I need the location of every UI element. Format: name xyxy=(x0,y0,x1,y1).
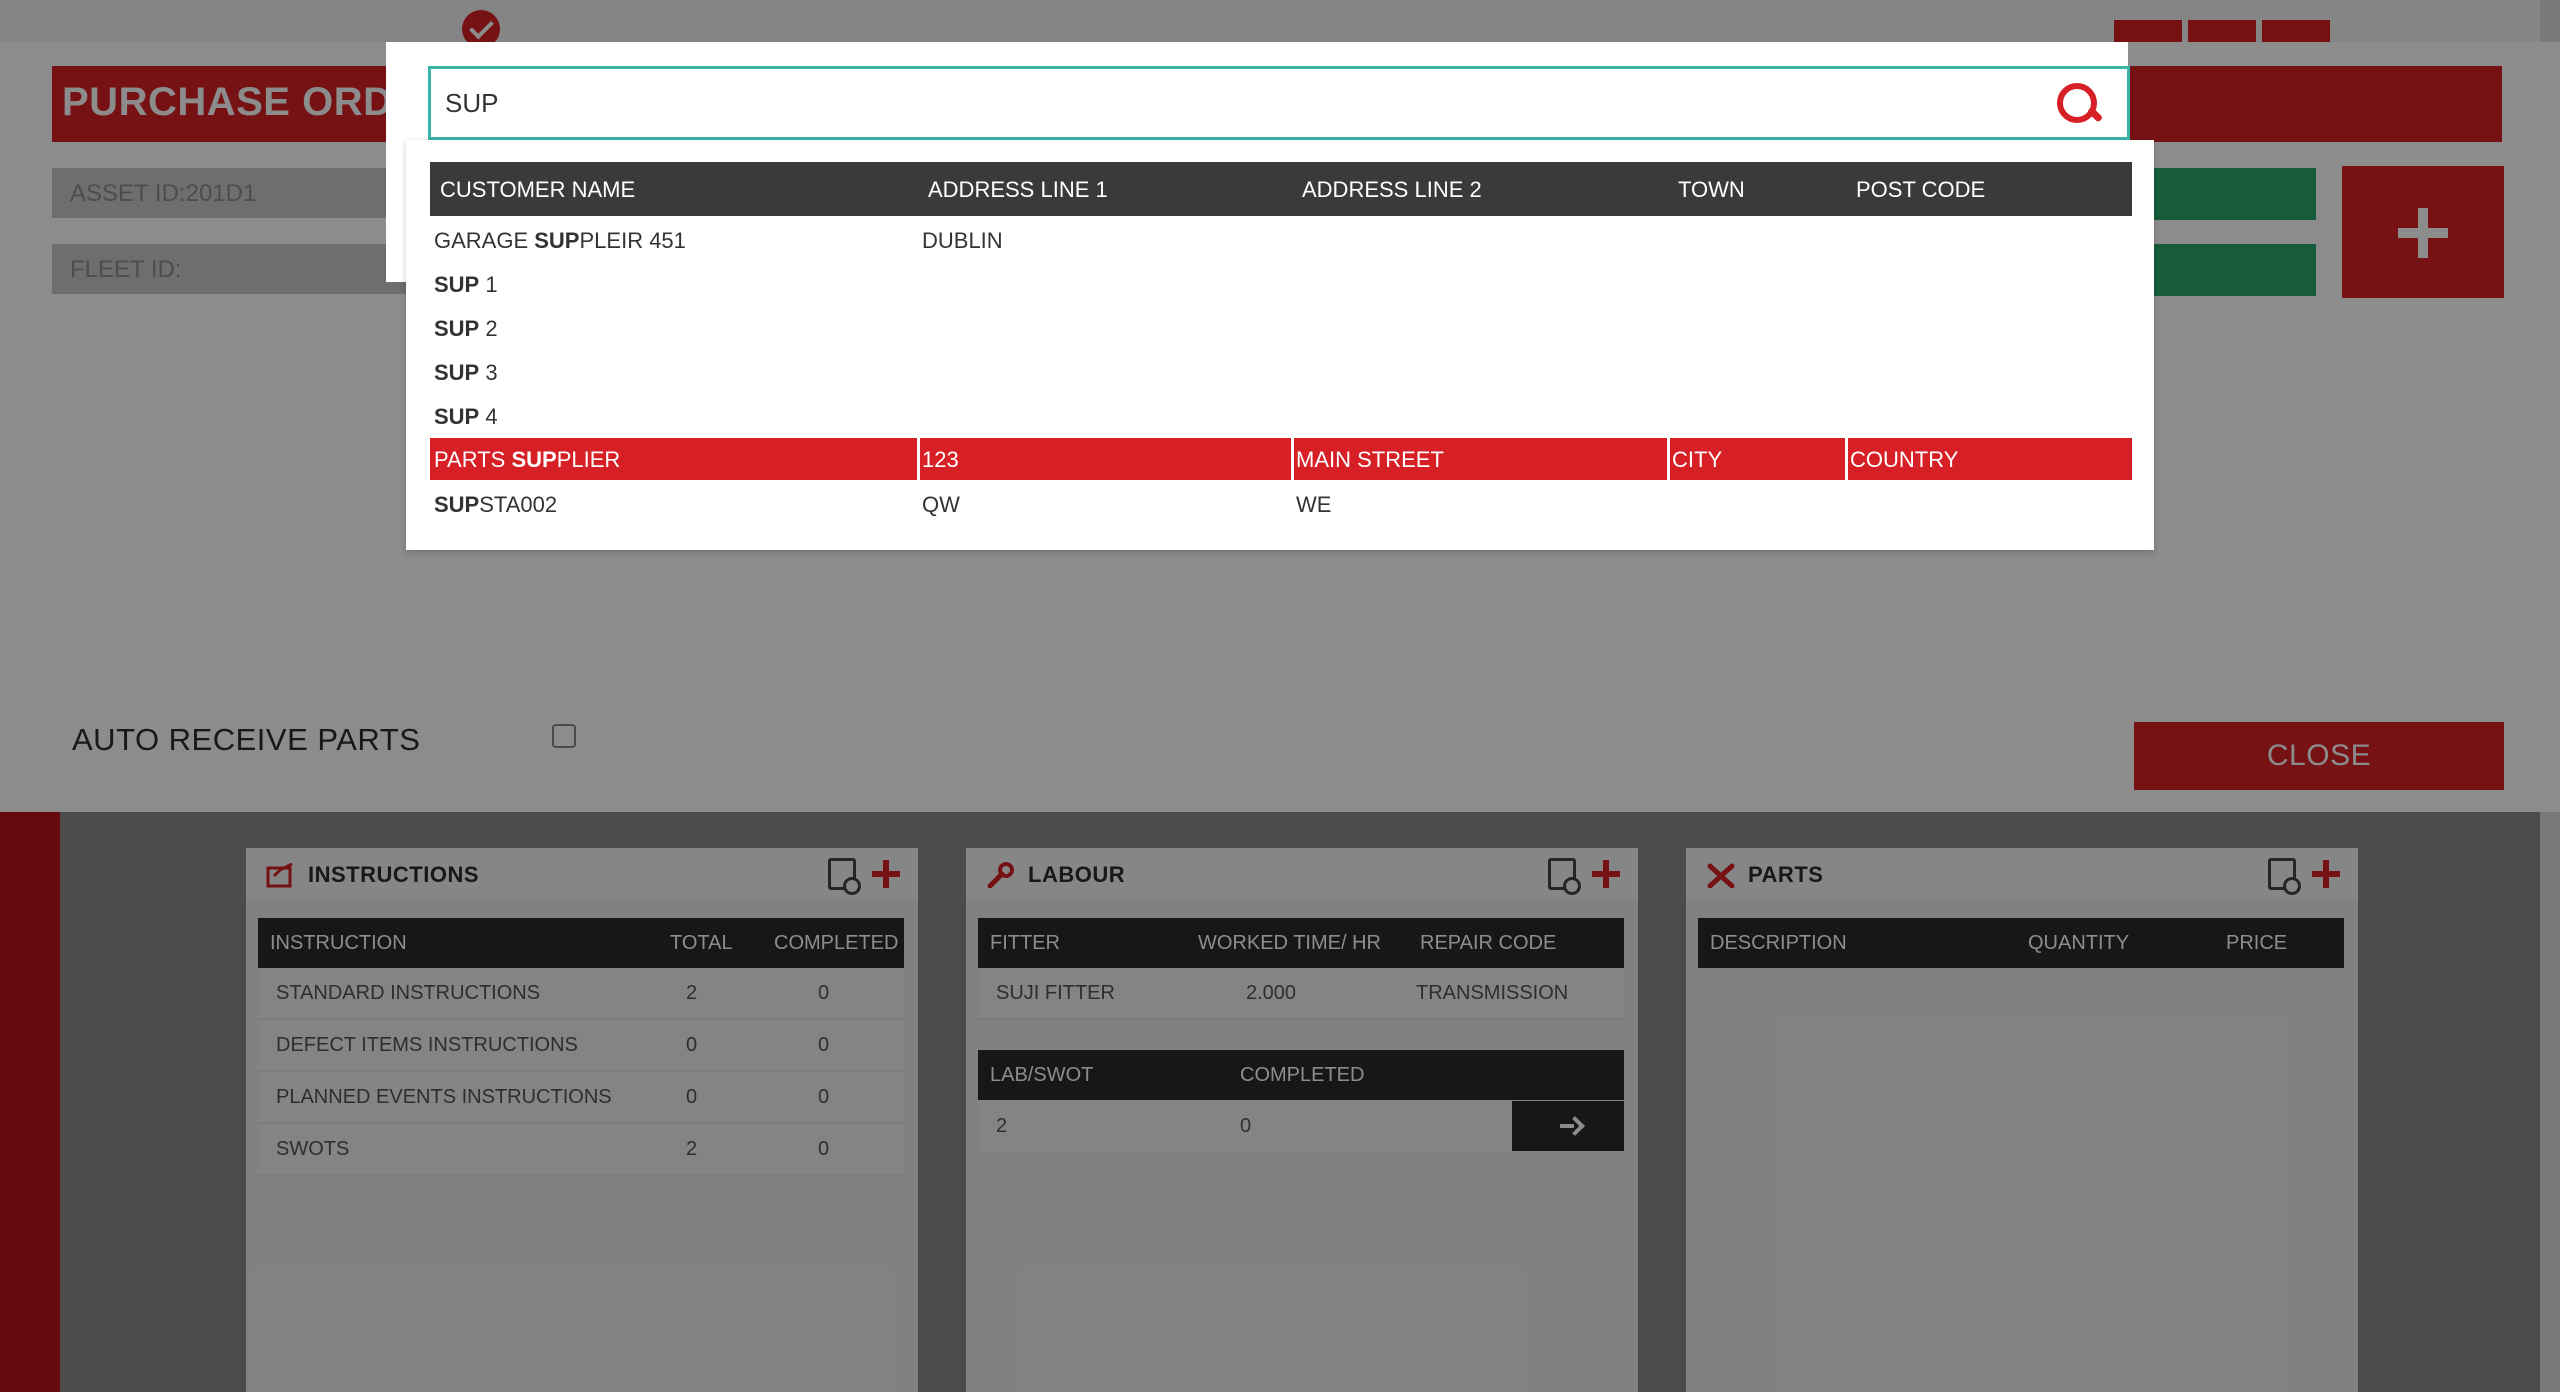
result-row[interactable]: SUPSTA002 QW WE xyxy=(430,483,2132,525)
cell-divider xyxy=(917,438,920,480)
name-text: STA002 xyxy=(479,492,558,517)
match-text: SUP xyxy=(434,316,480,341)
name-text: 1 xyxy=(479,272,498,297)
result-row[interactable]: SUP 2 xyxy=(430,307,2132,349)
search-input[interactable] xyxy=(445,85,2005,121)
address-line-1: DUBLIN xyxy=(922,228,1003,253)
cell-divider xyxy=(1845,438,1848,480)
match-text: SUP xyxy=(511,447,557,472)
match-text: SUP xyxy=(534,228,580,253)
address-line-1: QW xyxy=(922,492,960,517)
customer-name: SUP 4 xyxy=(434,404,498,430)
result-row[interactable]: SUP 4 xyxy=(430,395,2132,437)
match-text: SUP xyxy=(434,272,480,297)
customer-name: SUP 3 xyxy=(434,360,498,386)
match-text: SUP xyxy=(434,360,480,385)
result-row[interactable]: SUP 3 xyxy=(430,351,2132,393)
name-text: PLIER xyxy=(556,447,621,472)
customer-name: SUPSTA002 xyxy=(434,492,557,518)
name-text: PARTS xyxy=(434,447,512,472)
address-line-2: MAIN STREET xyxy=(1296,447,1444,472)
column-header: POST CODE xyxy=(1856,177,1986,202)
search-icon[interactable] xyxy=(2057,83,2101,127)
results-header: CUSTOMER NAME ADDRESS LINE 1 ADDRESS LIN… xyxy=(430,162,2132,216)
customer-name: PARTS SUPPLIER xyxy=(434,447,620,473)
column-header: TOWN xyxy=(1678,177,1745,202)
name-text: 4 xyxy=(479,404,498,429)
column-header: ADDRESS LINE 1 xyxy=(928,177,1108,202)
column-header: ADDRESS LINE 2 xyxy=(1302,177,1482,202)
cell-divider xyxy=(1291,438,1294,480)
name-text: PLEIR 451 xyxy=(579,228,686,253)
search-results-dropdown: CUSTOMER NAME ADDRESS LINE 1 ADDRESS LIN… xyxy=(406,140,2154,550)
result-row[interactable]: GARAGE SUPPLEIR 451 DUBLIN xyxy=(430,219,2132,261)
name-text: 3 xyxy=(479,360,498,385)
address-line-1: 123 xyxy=(922,447,959,472)
name-text: 2 xyxy=(479,316,498,341)
result-row-selected[interactable]: PARTS SUPPLIER 123 MAIN STREET CITY COUN… xyxy=(430,438,2132,480)
name-text: GARAGE xyxy=(434,228,535,253)
customer-name: GARAGE SUPPLEIR 451 xyxy=(434,228,686,254)
address-line-2: WE xyxy=(1296,492,1332,517)
town: CITY xyxy=(1672,447,1723,472)
column-header: CUSTOMER NAME xyxy=(440,177,636,202)
result-row[interactable]: SUP 1 xyxy=(430,263,2132,305)
search-box xyxy=(428,66,2130,140)
match-text: SUP xyxy=(434,404,480,429)
match-text: SUP xyxy=(434,492,480,517)
cell-divider xyxy=(1667,438,1670,480)
customer-name: SUP 1 xyxy=(434,272,498,298)
post-code: COUNTRY xyxy=(1850,447,1959,472)
customer-name: SUP 2 xyxy=(434,316,498,342)
